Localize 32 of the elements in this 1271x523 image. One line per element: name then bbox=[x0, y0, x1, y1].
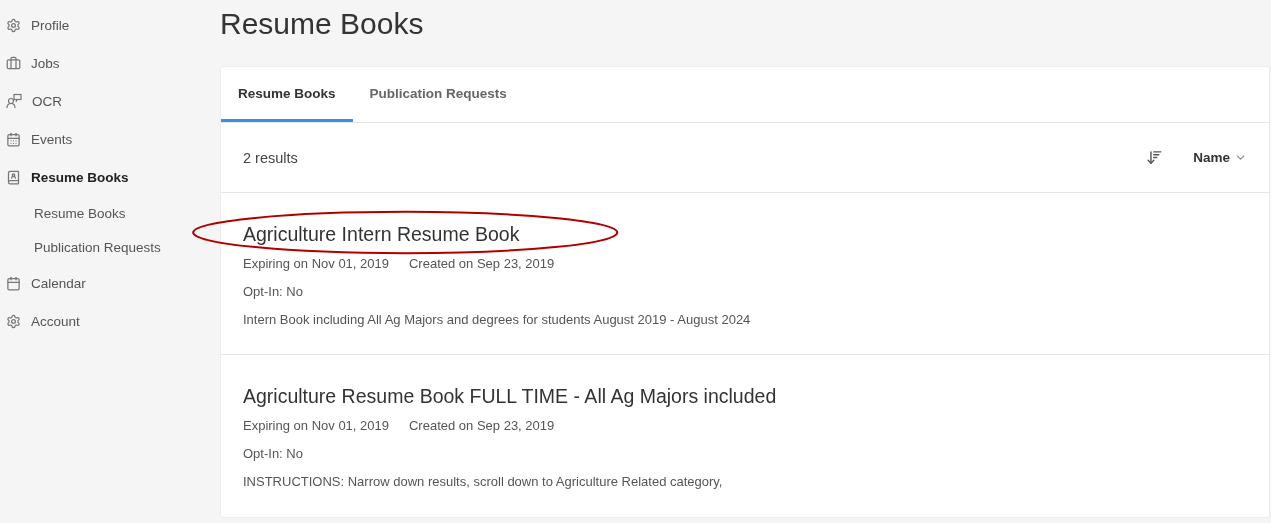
book-description: INSTRUCTIONS: Narrow down results, scroll down to Agriculture Related category, bbox=[243, 474, 724, 489]
briefcase-icon bbox=[6, 55, 21, 71]
expiry-date: Expiring on Nov 01, 2019 bbox=[243, 256, 389, 271]
calendar-icon bbox=[6, 275, 21, 291]
sidebar-subitem[interactable]: Resume Books bbox=[0, 196, 220, 230]
sidebar-item[interactable]: Profile bbox=[0, 6, 220, 44]
book-description: Intern Book including All Ag Majors and degrees for students August 2019 - August 2024 bbox=[243, 312, 752, 327]
expiry-date: Expiring on Nov 01, 2019 bbox=[243, 418, 389, 433]
sidebar-subitem[interactable]: Publication Requests bbox=[0, 230, 220, 264]
opt-in-status: Opt-In: No bbox=[243, 446, 304, 461]
person-monitor-icon bbox=[6, 93, 22, 109]
sidebar-item[interactable]: Jobs bbox=[0, 44, 220, 82]
resume-book-title[interactable]: Agriculture Intern Resume Book bbox=[243, 223, 520, 246]
page-title: Resume Books bbox=[220, 6, 425, 42]
sidebar-item[interactable]: OCR bbox=[0, 82, 220, 120]
tab[interactable]: Resume Books bbox=[221, 67, 353, 122]
sort-icon[interactable] bbox=[1146, 149, 1164, 166]
results-count: 2 results bbox=[243, 149, 299, 166]
resume-book-title[interactable]: Agriculture Resume Book FULL TIME - All Ag Majors included bbox=[243, 385, 777, 408]
created-date: Created on Sep 23, 2019 bbox=[409, 256, 555, 271]
gear-icon bbox=[6, 17, 21, 33]
opt-in-status: Opt-In: No bbox=[243, 284, 304, 299]
created-date: Created on Sep 23, 2019 bbox=[409, 418, 555, 433]
calendar-icon bbox=[6, 131, 21, 147]
sidebar-item[interactable]: Resume Books bbox=[0, 158, 220, 196]
sort-dropdown[interactable]: Name bbox=[1193, 150, 1247, 165]
gear-icon bbox=[6, 313, 21, 329]
sidebar-item[interactable]: Events bbox=[0, 120, 220, 158]
contact-book-icon bbox=[6, 169, 21, 185]
sidebar-item[interactable]: Account bbox=[0, 302, 220, 340]
tab[interactable]: Publication Requests bbox=[352, 67, 524, 122]
sidebar-item[interactable]: Calendar bbox=[0, 264, 220, 302]
